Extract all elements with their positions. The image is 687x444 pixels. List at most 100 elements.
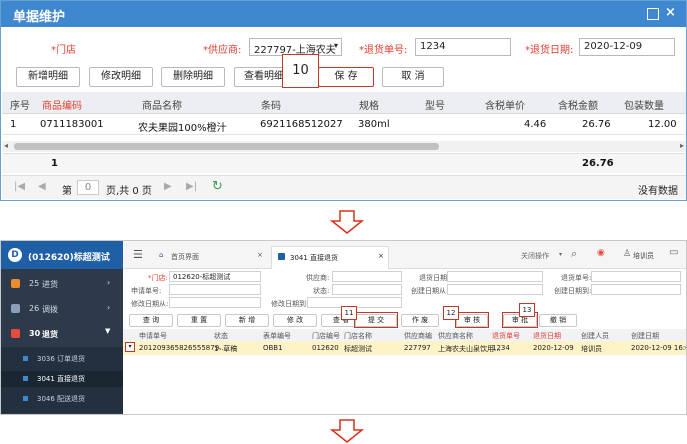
no-data-text: 没有数据 (638, 186, 678, 197)
return-date-input[interactable]: 2020-12-09 (579, 38, 675, 56)
row-supplier-no: 227797 (404, 344, 431, 352)
cancel-button[interactable]: 取 消 (382, 67, 444, 87)
maximize-icon[interactable] (647, 8, 659, 20)
modify-date-from-input[interactable] (169, 297, 261, 308)
modify-date-from-label: 修改日期从: (131, 300, 169, 308)
col-amount: 含税金额 (558, 101, 598, 112)
top-tab-bar: ☰ ⌂ 首页界面 × 3041 直接退货 × 关闭操作 ▾ ⌕ ◉ ♙ 培训员 … (123, 241, 686, 269)
page-number-input[interactable]: 0 (77, 180, 99, 195)
close-icon[interactable]: × (665, 5, 676, 20)
row-unit-price: 4.46 (524, 119, 547, 130)
first-page-icon[interactable]: |◀ (14, 181, 25, 192)
edit-detail-button[interactable]: 修改明细 (89, 67, 153, 87)
chevron-right-icon: › (107, 278, 111, 287)
col-store-no: 门店编号 (312, 332, 340, 340)
reset-button[interactable]: 重 置 (177, 314, 221, 327)
down-arrow-icon (330, 419, 364, 443)
sidebar-item-label: 进货 (42, 280, 58, 289)
horizontal-scrollbar[interactable]: ◂ ▸ (2, 141, 686, 152)
sidebar-item-return[interactable]: 30 退货 ▼ (1, 325, 123, 345)
submenu-item-direct-return[interactable]: 3041 直接退货 (1, 371, 123, 387)
tab-home[interactable]: ⌂ 首页界面 × (153, 247, 267, 265)
submit-highlight (354, 312, 398, 328)
row-return-no: 1234 (492, 344, 510, 352)
apply-no-input[interactable] (169, 284, 261, 295)
col-model: 型号 (425, 101, 445, 112)
scroll-right-icon[interactable]: ▸ (680, 141, 684, 150)
prev-page-icon[interactable]: ◀ (38, 181, 46, 192)
void-button[interactable]: 作 废 (401, 314, 439, 327)
add-detail-button[interactable]: 新增明细 (16, 67, 80, 87)
store-select[interactable]: 012620-标超测试 (169, 271, 261, 282)
col-apply-no: 申请单号 (139, 332, 167, 340)
delete-detail-button[interactable]: 删除明细 (161, 67, 225, 87)
status-label: 状态: (313, 287, 330, 295)
return-no-input[interactable] (591, 271, 681, 282)
row-form-no: OBB1 (263, 344, 283, 352)
col-product-name: 商品名称 (142, 101, 182, 112)
refresh-icon[interactable]: ↻ (212, 179, 223, 194)
return-date-input[interactable] (447, 271, 543, 282)
submenu-item-order-return[interactable]: 3036 订单退货 (1, 351, 123, 367)
window-titlebar: 单据维护 × (1, 1, 686, 27)
user-name[interactable]: 培训员 (633, 251, 654, 261)
sidebar-header: D (012620)标超测试 (1, 241, 123, 269)
row-status: 1- 草稿 (214, 345, 238, 353)
col-unit-price: 含税单价 (485, 101, 525, 112)
scroll-left-icon[interactable]: ◂ (4, 141, 8, 150)
status-select[interactable] (332, 284, 402, 295)
row-creator: 培训员 (581, 345, 602, 353)
next-page-icon[interactable]: ▶ (164, 181, 172, 192)
create-date-from-input[interactable] (447, 284, 543, 295)
col-barcode: 条码 (261, 101, 281, 112)
last-page-icon[interactable]: ▶| (186, 181, 197, 192)
menu-toggle-icon[interactable]: ☰ (133, 248, 143, 261)
add-button[interactable]: 新 增 (225, 314, 269, 327)
supplier-input[interactable] (332, 271, 402, 282)
table-row[interactable]: 1 0711183001 农夫果园100%橙汁 6921168512027 38… (2, 114, 686, 135)
monitor-icon[interactable]: ▭ (669, 247, 678, 258)
row-store-name: 标超测试 (344, 345, 372, 353)
scrollbar-thumb[interactable] (14, 143, 439, 150)
summary-row: 1 26.76 (2, 153, 686, 173)
row-barcode: 6921168512027 (260, 119, 343, 130)
sidebar-item-purchase[interactable]: 25 进货 › (1, 275, 123, 295)
brand-name: (012620)标超测试 (28, 253, 110, 263)
col-no: 序号 (10, 101, 30, 112)
sidebar-item-transfer[interactable]: 26 调拨 › (1, 300, 123, 320)
row-return-date: 2020-12-09 (533, 344, 574, 352)
pager: |◀ ◀ 第 0 页,共 0 页 ▶ ▶| ↻ 没有数据 (2, 175, 686, 199)
query-button[interactable]: 查 询 (129, 314, 173, 327)
row-product-name: 农夫果园100%橙汁 (138, 123, 227, 134)
summary-amount: 26.76 (582, 158, 614, 169)
revoke-button[interactable]: 撤 销 (539, 314, 577, 327)
store-label: *门店 (51, 45, 76, 56)
step-callout-10: 10 (282, 54, 319, 88)
modify-button[interactable]: 修 改 (273, 314, 317, 327)
summary-count: 1 (51, 158, 58, 169)
modify-date-to-label: 修改日期到: (271, 300, 309, 308)
return-no-label: 退货单号: (561, 274, 592, 282)
down-arrow-icon (330, 210, 364, 234)
return-no-input[interactable]: 1234 (415, 38, 511, 56)
col-spec: 规格 (359, 101, 379, 112)
col-store-name: 门店名称 (344, 332, 372, 340)
sidebar-item-number: 30 (29, 329, 41, 338)
create-date-to-input[interactable] (591, 284, 681, 295)
create-date-to-label: 创建日期到: (554, 287, 592, 295)
home-icon: ⌂ (159, 251, 164, 259)
chevron-right-icon: › (107, 303, 111, 312)
close-operations-menu[interactable]: 关闭操作 (521, 251, 549, 261)
tab-direct-return[interactable]: 3041 直接退货 × (271, 246, 389, 269)
save-button[interactable]: 保 存 (318, 67, 374, 87)
notification-icon[interactable]: ◉ (597, 248, 605, 258)
submenu-item-delivery-return[interactable]: 3046 配送退货 (1, 391, 123, 407)
step-callout-12: 12 (443, 306, 459, 320)
close-icon[interactable]: × (378, 252, 384, 260)
bullet-icon (23, 356, 28, 361)
col-supplier-name: 供应商名称 (438, 332, 473, 340)
direct-return-window: D (012620)标超测试 25 进货 › 26 调拨 › 30 退货 ▼ 3… (0, 240, 687, 415)
row-checkbox[interactable]: ▾ (125, 342, 135, 352)
search-icon[interactable]: ⌕ (571, 247, 577, 261)
close-icon[interactable]: × (257, 251, 263, 259)
